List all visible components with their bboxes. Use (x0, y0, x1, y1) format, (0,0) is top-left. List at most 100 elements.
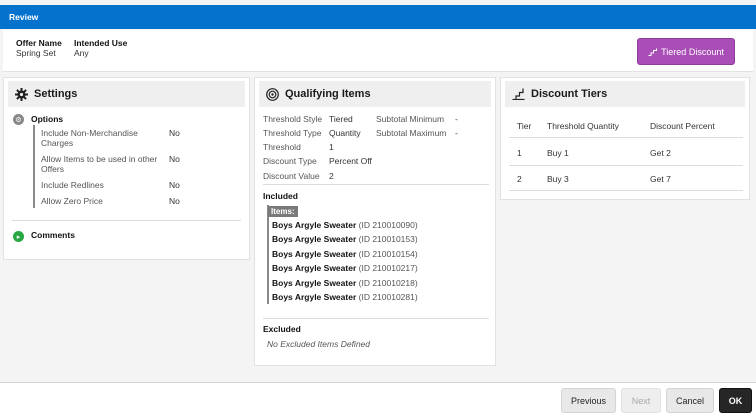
option-label: Include Redlines (41, 180, 104, 190)
previous-button[interactable]: Previous (561, 388, 616, 413)
option-label: Include Non-Merchandise Charges (41, 128, 138, 148)
options-label: Options (31, 114, 64, 124)
field-label: Discount Value (263, 171, 320, 181)
item-id: (ID 210010153) (358, 234, 418, 244)
ok-button[interactable]: OK (719, 388, 752, 413)
option-label: Allow Zero Price (41, 196, 103, 206)
items-tag: Items: (268, 206, 298, 217)
item-id: (ID 210010217) (358, 263, 418, 273)
field-label: Subtotal Minimum (376, 114, 445, 124)
threshold-cell: Buy 3 (547, 174, 569, 184)
tiers-header-divider (509, 137, 743, 138)
option-value: No (169, 128, 180, 138)
offer-name-group: Offer Name Spring Set (16, 38, 62, 58)
get-label: Get (650, 174, 664, 184)
qualifying-header: Qualifying Items (259, 81, 491, 107)
excluded-label: Excluded (263, 324, 301, 334)
item-id: (ID 210010154) (358, 249, 418, 259)
item-id: (ID 210010090) (358, 220, 418, 230)
offer-header: Offer Name Spring Set Intended Use Any T… (3, 30, 753, 72)
tiers-header: Discount Tiers (505, 81, 745, 107)
tiers-row-divider (509, 190, 743, 191)
item-name: Boys Argyle Sweater (272, 234, 357, 244)
field-label: Threshold Type (263, 128, 322, 138)
col-header-tier: Tier (517, 121, 532, 131)
included-item: Boys Argyle Sweater (ID 210010218) (272, 278, 418, 288)
offer-name-value: Spring Set (16, 48, 56, 58)
excluded-divider (263, 318, 489, 319)
items-bar (267, 205, 269, 304)
option-value: No (169, 196, 180, 206)
review-title: Review (9, 12, 39, 22)
field-label: Subtotal Maximum (376, 128, 447, 138)
tiered-discount-button[interactable]: Tiered Discount (637, 38, 735, 65)
options-bar (33, 125, 35, 208)
qualifying-divider (263, 184, 489, 185)
target-icon (266, 87, 279, 101)
included-item: Boys Argyle Sweater (ID 210010153) (272, 234, 418, 244)
field-label: Threshold (263, 142, 301, 152)
item-id: (ID 210010218) (358, 278, 418, 288)
item-name: Boys Argyle Sweater (272, 278, 357, 288)
gear-icon (15, 87, 28, 101)
field-value: Percent Off (329, 156, 372, 166)
settings-header: Settings (8, 81, 245, 107)
discount-cell: Get 7 (650, 174, 671, 184)
buy-label: Buy (547, 148, 562, 158)
tiers-title: Discount Tiers (531, 88, 608, 100)
discount-cell: Get 2 (650, 148, 671, 158)
item-name: Boys Argyle Sweater (272, 292, 357, 302)
item-name: Boys Argyle Sweater (272, 220, 357, 230)
included-item: Boys Argyle Sweater (ID 210010090) (272, 220, 418, 230)
field-label: Discount Type (263, 156, 317, 166)
field-value: 2 (329, 171, 334, 181)
options-icon: ⚙ (13, 114, 24, 125)
cancel-button[interactable]: Cancel (666, 388, 714, 413)
item-id: (ID 210010281) (358, 292, 418, 302)
settings-panel: Settings ⚙ Options Include Non-Merchandi… (3, 77, 250, 260)
comment-icon: ▸ (13, 231, 24, 242)
option-value: No (169, 180, 180, 190)
get-value: 7 (666, 174, 671, 184)
qualifying-items-panel: Qualifying Items Threshold Style Tiered … (254, 77, 496, 366)
discount-tiers-panel: Discount Tiers Tier Threshold Quantity D… (500, 77, 750, 200)
option-label: Allow Items to be used in other Offers (41, 154, 158, 174)
buy-value: 3 (564, 174, 569, 184)
get-label: Get (650, 148, 664, 158)
option-value: No (169, 154, 180, 164)
settings-title: Settings (34, 88, 78, 100)
included-item: Boys Argyle Sweater (ID 210010154) (272, 249, 418, 259)
item-name: Boys Argyle Sweater (272, 249, 357, 259)
field-value: Quantity (329, 128, 361, 138)
get-value: 2 (666, 148, 671, 158)
field-value: Tiered (329, 114, 353, 124)
field-value: - (455, 128, 458, 138)
threshold-cell: Buy 1 (547, 148, 569, 158)
tiers-row-divider (509, 165, 743, 166)
qualifying-title: Qualifying Items (285, 88, 371, 100)
included-label: Included (263, 191, 298, 201)
included-item: Boys Argyle Sweater (ID 210010281) (272, 292, 418, 302)
tier-number: 2 (517, 174, 522, 184)
tier-number: 1 (517, 148, 522, 158)
excluded-empty-text: No Excluded Items Defined (267, 339, 370, 349)
intended-use-value: Any (74, 48, 89, 58)
buy-label: Buy (547, 174, 562, 184)
field-value: - (455, 114, 458, 124)
intended-use-group: Intended Use Any (74, 38, 127, 58)
buy-value: 1 (564, 148, 569, 158)
comments-label[interactable]: Comments (31, 230, 75, 240)
review-title-bar: Review (0, 5, 756, 29)
intended-use-label: Intended Use (74, 38, 128, 48)
offer-name-label: Offer Name (16, 38, 62, 48)
item-name: Boys Argyle Sweater (272, 263, 357, 273)
col-header-discount: Discount Percent (650, 121, 715, 131)
included-item: Boys Argyle Sweater (ID 210010217) (272, 263, 418, 273)
col-header-threshold: Threshold Quantity (547, 121, 619, 131)
field-value: 1 (329, 142, 334, 152)
tiered-discount-label: Tiered Discount (661, 46, 724, 57)
next-button[interactable]: Next (621, 388, 661, 413)
stairs-icon (512, 88, 525, 100)
settings-divider (12, 220, 241, 221)
field-label: Threshold Style (263, 114, 323, 124)
